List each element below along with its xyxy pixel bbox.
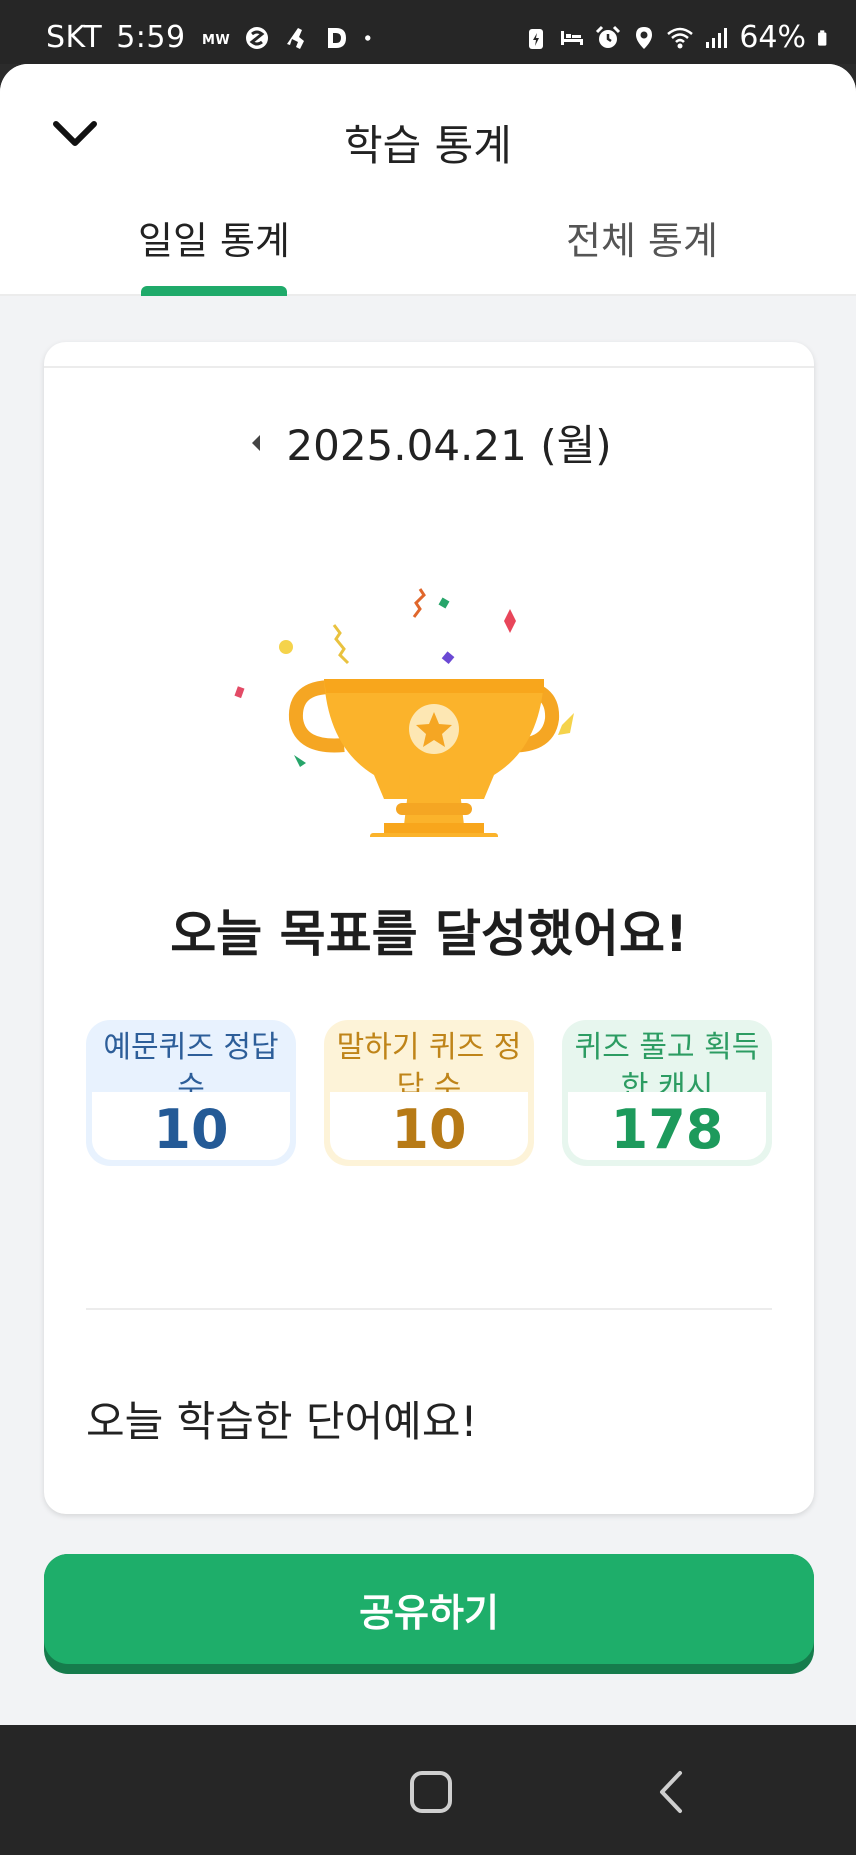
signal-icon [706, 27, 728, 48]
carrier-label: SKT [46, 20, 103, 55]
trophy-illustration [234, 588, 574, 837]
wifi-icon [667, 27, 694, 48]
learned-words-title: 오늘 학습한 단어예요! [86, 1397, 478, 1446]
tab-daily-stats[interactable]: 일일 통계 [134, 210, 294, 265]
stat-value: 10 [153, 1098, 229, 1161]
tab-total-stats[interactable]: 전체 통계 [562, 210, 722, 265]
svg-text:MW: MW [202, 33, 230, 48]
back-icon[interactable] [656, 1769, 686, 1815]
date-navigator: 2025.04.21 (월) [44, 412, 814, 473]
page-title: 학습 통계 [344, 121, 512, 170]
home-button-icon[interactable] [410, 1771, 452, 1813]
battery-percent: 64% [739, 20, 806, 55]
goal-achieved-message: 오늘 목표를 달성했어요! [170, 905, 688, 963]
location-icon [636, 26, 653, 49]
share-button[interactable]: 공유하기 [44, 1554, 814, 1674]
date-label: 2025.04.21 (월) [286, 421, 612, 470]
status-right: 64% [523, 20, 834, 55]
section-divider [86, 1308, 772, 1310]
daily-stats-card: 2025.04.21 (월) 오늘 목표를 달성했어요! 예문퀴즈 정답 수 1… [44, 342, 814, 1514]
status-bar: SKT 5:59 MW 64% [0, 0, 856, 64]
previous-day-icon[interactable] [246, 431, 266, 455]
stat-value: 178 [610, 1098, 724, 1161]
dot-icon [364, 34, 371, 41]
battery-icon [818, 29, 827, 46]
stat-quiz-cash: 퀴즈 풀고 획득한 캐시 178 [562, 1020, 772, 1166]
clock: 5:59 [116, 20, 186, 55]
stat-speaking-quiz: 말하기 퀴즈 정답 수 10 [324, 1020, 534, 1166]
bed-icon [561, 30, 584, 45]
d-icon [327, 27, 346, 48]
alarm-icon [596, 25, 621, 48]
samsung-pay-icon [245, 26, 268, 49]
battery-saver-icon [529, 28, 544, 49]
status-left: SKT 5:59 MW [46, 20, 378, 55]
share-button-label: 공유하기 [44, 1554, 814, 1664]
app-screen: 학습 통계 일일 통계 전체 통계 2025.04.21 (월) 오늘 목표를 … [0, 64, 856, 1725]
active-tab-indicator [141, 286, 287, 296]
runner-icon [286, 27, 304, 49]
system-nav-bar [0, 1725, 856, 1855]
header: 학습 통계 일일 통계 전체 통계 [0, 64, 856, 296]
stat-sentence-quiz: 예문퀴즈 정답 수 10 [86, 1020, 296, 1166]
card-divider-top [44, 366, 814, 368]
mw-icon: MW [202, 33, 230, 48]
stat-value: 10 [391, 1098, 467, 1161]
